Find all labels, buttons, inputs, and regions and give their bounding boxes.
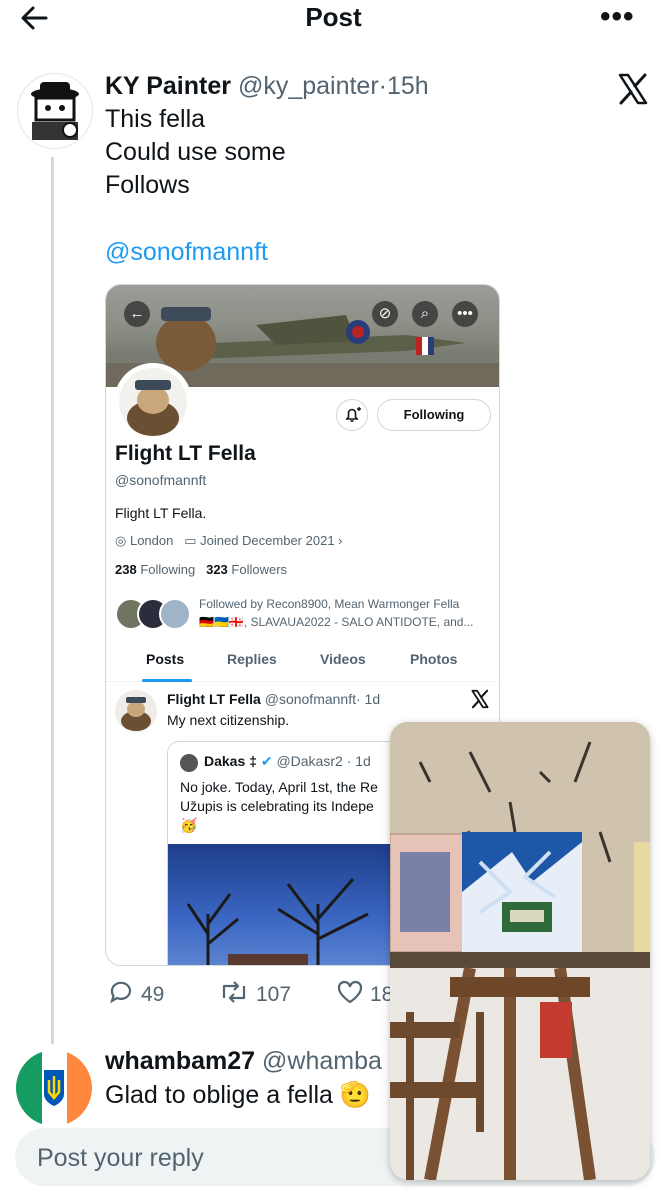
post-text: My next citizenship.: [167, 712, 290, 728]
thread-line: [51, 157, 54, 1044]
separator: ·: [378, 72, 387, 100]
display-name[interactable]: whambam27: [105, 1047, 255, 1075]
timestamp[interactable]: 15h: [387, 72, 429, 100]
post-author[interactable]: Flight LT Fella @sonofmannft· 1d: [167, 691, 380, 707]
joined-text: Joined December 2021: [200, 533, 335, 548]
followed-by-text[interactable]: Followed by Recon8900, Mean Warmonger Fe…: [199, 595, 473, 631]
reply-text: Glad to oblige a fella 🫡: [105, 1081, 372, 1109]
more-horizontal-icon[interactable]: •••: [452, 301, 478, 327]
more-horizontal-icon[interactable]: •••: [600, 0, 635, 34]
followed-by-line: 🇩🇪🇺🇦🇬🇪, SLAVAUA2022 - SALO ANTIDOTE, and…: [199, 615, 474, 629]
following-count[interactable]: 238: [115, 562, 137, 577]
easel-painting-photo[interactable]: [390, 722, 650, 1180]
repost-count: 107: [256, 983, 292, 1006]
handle[interactable]: @Dakasr2: [276, 753, 342, 769]
avatar[interactable]: [180, 754, 198, 772]
profile-handle: @sonofmannft: [115, 472, 207, 488]
top-bar: Post •••: [0, 0, 667, 38]
page-title: Post: [305, 2, 362, 32]
timestamp[interactable]: · 1d: [356, 691, 380, 707]
followers-count[interactable]: 323: [206, 562, 228, 577]
bell-plus-icon[interactable]: [336, 399, 368, 431]
ireland-flag-avatar[interactable]: [16, 1050, 92, 1126]
mention-link[interactable]: @sonofmannft: [105, 238, 268, 267]
handle[interactable]: @whamba: [262, 1047, 382, 1075]
reply-author[interactable]: whambam27 @whamba: [105, 1047, 382, 1076]
followers-label[interactable]: Followers: [231, 562, 287, 577]
active-tab-indicator: [142, 679, 192, 682]
like-action[interactable]: 18: [336, 978, 393, 1007]
tab-replies[interactable]: Replies: [227, 651, 277, 667]
post-text-line: This fella: [105, 105, 206, 133]
profile-name: Flight LT Fella: [115, 442, 256, 465]
repost-icon: [222, 981, 246, 1003]
post-text-line: Follows: [105, 171, 190, 199]
avatar[interactable]: [115, 690, 157, 732]
followed-by-line: Followed by Recon8900, Mean Warmonger Fe…: [199, 597, 460, 611]
post-text-line: Could use some: [105, 138, 286, 166]
profile-meta: ◎ London ▭ Joined December 2021 ›: [115, 533, 343, 549]
profile-avatar[interactable]: [114, 363, 192, 441]
reply-action[interactable]: 49: [107, 978, 164, 1007]
x-logo-icon: [470, 689, 490, 709]
repost-action[interactable]: 107: [218, 978, 291, 1007]
pixel-art-avatar-icon[interactable]: [17, 73, 93, 149]
eye-off-icon[interactable]: ⊘: [372, 301, 398, 327]
chevron-right-icon[interactable]: ›: [338, 533, 342, 548]
reply-input[interactable]: Post your reply: [37, 1144, 204, 1173]
followers-avatar-stack: [115, 598, 195, 630]
tab-photos[interactable]: Photos: [410, 651, 457, 667]
handle[interactable]: @ky_painter: [238, 72, 379, 100]
tab-videos[interactable]: Videos: [320, 651, 366, 667]
timestamp[interactable]: · 1d: [347, 753, 371, 769]
location-pin-icon: ◎: [115, 533, 127, 548]
display-name[interactable]: Flight LT Fella: [167, 691, 261, 707]
handle[interactable]: @sonofmannft: [265, 691, 356, 707]
heart-icon: [337, 980, 363, 1004]
post-author[interactable]: KY Painter @ky_painter·15h: [105, 72, 429, 101]
following-label[interactable]: Following: [140, 562, 195, 577]
search-icon[interactable]: ⌕: [412, 301, 438, 327]
display-name[interactable]: Dakas ‡: [204, 753, 257, 769]
comment-icon: [110, 981, 132, 1004]
post-author[interactable]: Dakas ‡ ✔ @Dakasr2 · 1d: [204, 753, 371, 770]
tab-posts[interactable]: Posts: [146, 651, 184, 667]
reply-count: 49: [141, 983, 165, 1006]
calendar-icon: ▭: [184, 533, 197, 548]
following-button[interactable]: Following: [377, 399, 491, 431]
profile-tabs: Posts Replies Videos Photos: [106, 645, 499, 682]
profile-bio: Flight LT Fella.: [115, 505, 207, 521]
x-logo-icon: [616, 72, 650, 106]
display-name[interactable]: KY Painter: [105, 72, 231, 100]
verified-badge-icon: ✔: [260, 753, 273, 769]
profile-counts[interactable]: 238 Following 323 Followers: [115, 562, 287, 577]
location-text: London: [129, 533, 174, 548]
arrow-left-icon[interactable]: ←: [124, 301, 150, 327]
